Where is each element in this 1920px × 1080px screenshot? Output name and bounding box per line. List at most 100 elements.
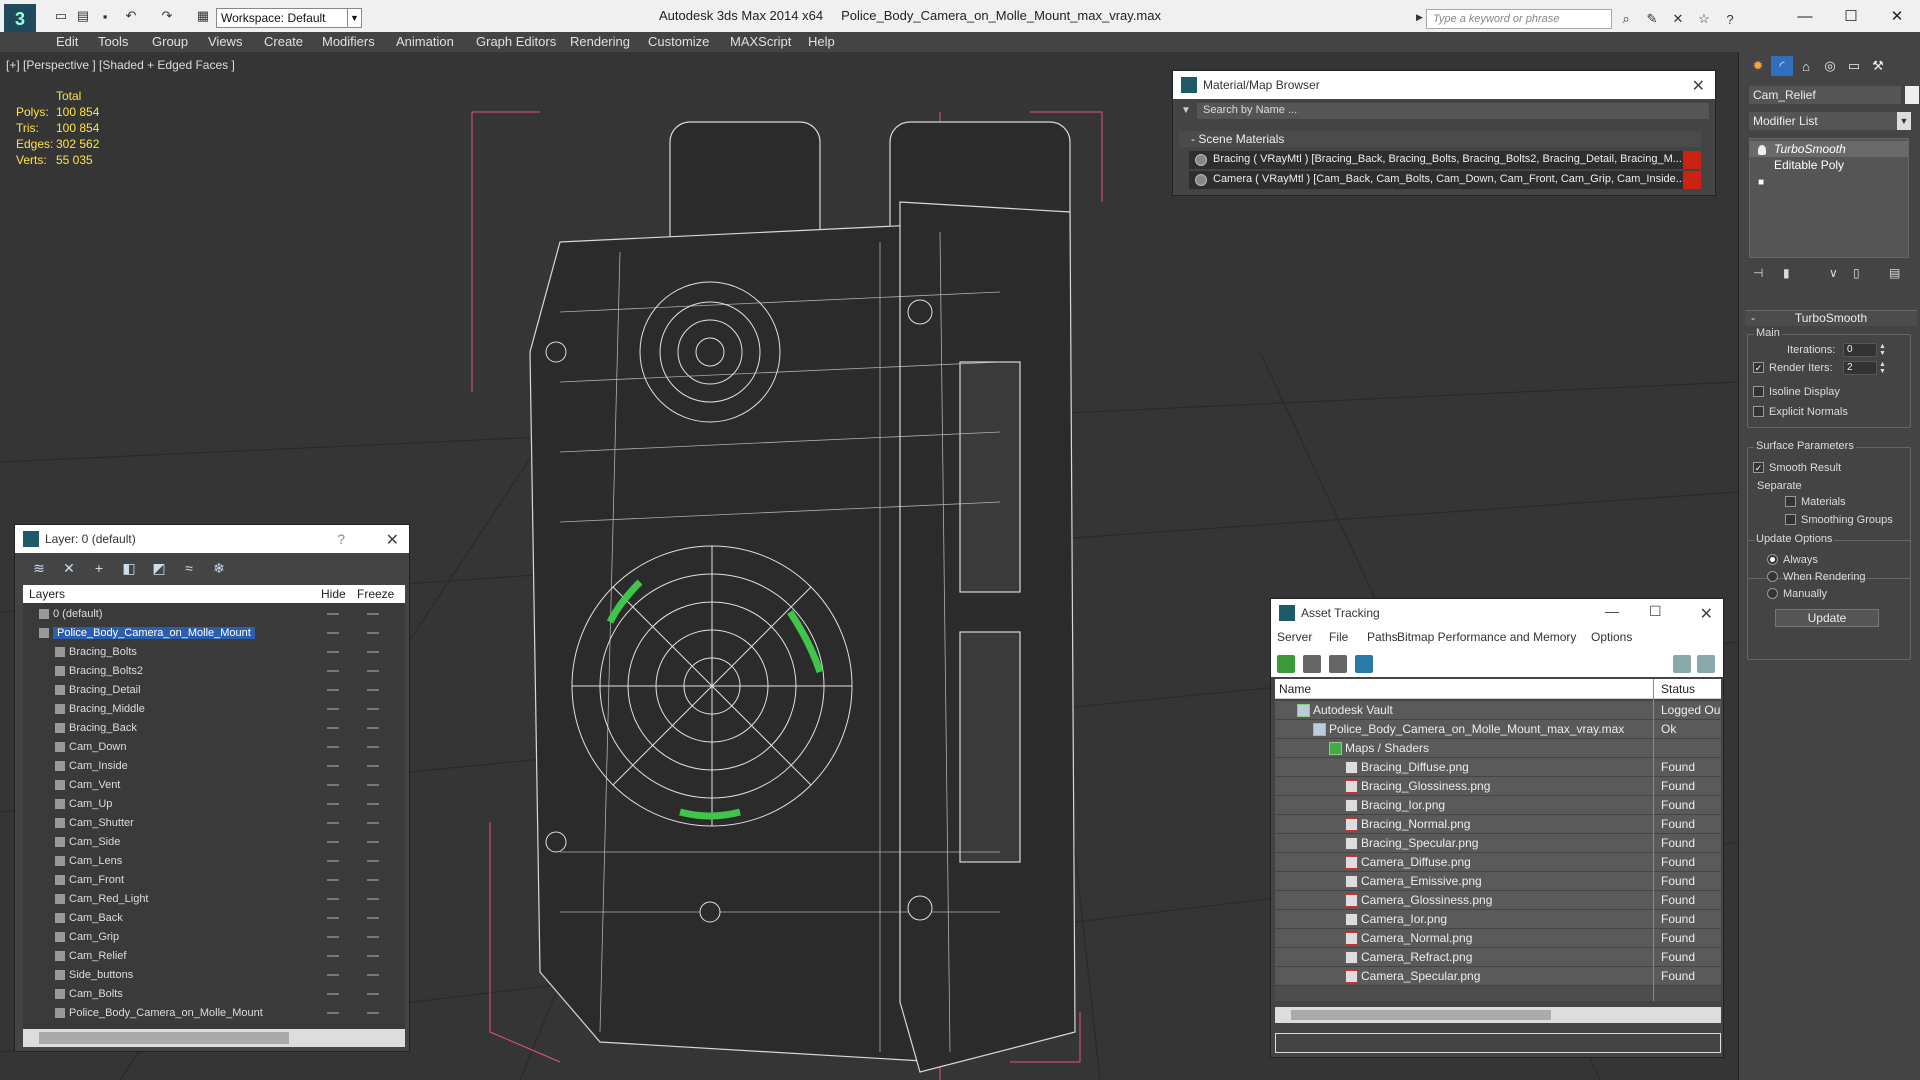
chevron-down-icon[interactable]: ▼ (1897, 112, 1911, 130)
hide-toggle[interactable] (327, 993, 339, 995)
open-file-icon[interactable]: ▤ (74, 7, 92, 25)
layer-row[interactable]: Side_buttons (23, 966, 405, 985)
layer-row[interactable]: Bracing_Detail (23, 681, 405, 700)
menu-bitmap-performance[interactable]: Bitmap Performance and Memory (1397, 630, 1576, 644)
close-icon[interactable]: ✕ (1874, 4, 1920, 28)
hierarchy-tab-icon[interactable]: ⌂ (1795, 56, 1817, 76)
hide-toggle[interactable] (327, 974, 339, 976)
hide-toggle[interactable] (327, 613, 339, 615)
smooth-result-checkbox[interactable]: ✓ (1753, 462, 1764, 473)
freeze-toggle[interactable] (367, 974, 379, 976)
pin-stack-icon[interactable]: ⊣ (1753, 266, 1763, 280)
asset-row[interactable]: Autodesk Vault Logged Ou (1275, 701, 1721, 720)
asset-row[interactable]: Camera_Specular.png Found (1275, 967, 1721, 986)
chevron-down-icon[interactable]: ▼ (1181, 105, 1191, 116)
menu-help[interactable]: Help (808, 34, 835, 49)
asset-row[interactable]: Bracing_Normal.png Found (1275, 815, 1721, 834)
list-view-icon[interactable] (1303, 655, 1321, 673)
menu-group[interactable]: Group (152, 34, 188, 49)
col-layers[interactable]: Layers (29, 587, 65, 601)
col-status[interactable]: Status (1661, 682, 1695, 696)
modifier-list-dropdown[interactable]: Modifier List ▼ (1749, 112, 1911, 130)
menu-options[interactable]: Options (1591, 630, 1632, 644)
asset-row[interactable]: Camera_Ior.png Found (1275, 910, 1721, 929)
favorites-star-icon[interactable]: ☆ (1694, 9, 1714, 29)
search-by-name-input[interactable]: Search by Name ... (1197, 103, 1709, 119)
material-row-bracing[interactable]: Bracing ( VRayMtl ) [Bracing_Back, Braci… (1189, 151, 1701, 169)
help-icon[interactable]: ? (337, 531, 345, 547)
hide-toggle[interactable] (327, 1012, 339, 1014)
freeze-toggle[interactable] (367, 841, 379, 843)
binoculars-icon[interactable]: ⌕ (1616, 9, 1636, 29)
col-hide[interactable]: Hide (321, 587, 346, 601)
maximize-icon[interactable]: ☐ (1649, 603, 1662, 620)
layer-row[interactable]: Cam_Grip (23, 928, 405, 947)
layer-row[interactable]: Cam_Front (23, 871, 405, 890)
close-icon[interactable]: ✕ (1692, 76, 1705, 96)
minimize-icon[interactable]: — (1782, 4, 1828, 28)
turbosmooth-rollout-header[interactable]: - TurboSmooth (1745, 310, 1917, 326)
freeze-toggle[interactable] (367, 936, 379, 938)
menu-rendering[interactable]: Rendering (570, 34, 630, 49)
display-tab-icon[interactable]: ▭ (1843, 56, 1865, 76)
save-file-icon[interactable]: ▪ (96, 7, 114, 25)
new-file-icon[interactable]: ▭ (52, 7, 70, 25)
freeze-all-layers-icon[interactable]: ❄ (209, 559, 229, 577)
freeze-toggle[interactable] (367, 803, 379, 805)
create-tab-icon[interactable]: ✹ (1747, 56, 1769, 76)
select-objects-icon[interactable]: ◧ (119, 559, 139, 577)
col-freeze[interactable]: Freeze (357, 587, 394, 601)
freeze-toggle[interactable] (367, 993, 379, 995)
layer-row[interactable]: Cam_Red_Light (23, 890, 405, 909)
always-radio[interactable] (1767, 554, 1778, 565)
asset-row[interactable]: Camera_Refract.png Found (1275, 948, 1721, 967)
freeze-toggle[interactable] (367, 898, 379, 900)
hide-toggle[interactable] (327, 955, 339, 957)
smoothing-groups-checkbox[interactable] (1785, 514, 1796, 525)
hide-toggle[interactable] (327, 784, 339, 786)
layer-row[interactable]: Cam_Shutter (23, 814, 405, 833)
layer-row[interactable]: Bracing_Bolts2 (23, 662, 405, 681)
isoline-checkbox[interactable] (1753, 386, 1764, 397)
asset-row[interactable]: Police_Body_Camera_on_Molle_Mount_max_vr… (1275, 720, 1721, 739)
hide-toggle[interactable] (327, 651, 339, 653)
menu-animation[interactable]: Animation (396, 34, 454, 49)
hide-toggle[interactable] (327, 936, 339, 938)
layer-row[interactable]: Cam_Relief (23, 947, 405, 966)
hide-toggle[interactable] (327, 632, 339, 634)
asset-row[interactable]: Camera_Diffuse.png Found (1275, 853, 1721, 872)
horizontal-scrollbar[interactable] (23, 1029, 405, 1047)
col-name[interactable]: Name (1279, 682, 1311, 696)
asset-row[interactable]: Maps / Shaders (1275, 739, 1721, 758)
object-color-swatch[interactable] (1905, 86, 1919, 104)
column-divider[interactable] (1653, 679, 1654, 1001)
layer-row[interactable]: Police_Body_Camera_on_Molle_Mount (23, 1004, 405, 1023)
communication-center-icon[interactable]: ✎ (1642, 9, 1662, 29)
freeze-toggle[interactable] (367, 822, 379, 824)
render-iters-spinner[interactable]: 2 (1843, 361, 1877, 375)
create-layer-icon[interactable]: ≋ (29, 559, 49, 577)
freeze-toggle[interactable] (367, 746, 379, 748)
collapse-icon[interactable]: - (1751, 311, 1755, 325)
help-icon[interactable]: ? (1720, 9, 1740, 29)
search-expand-icon[interactable]: ▶ (1416, 12, 1423, 23)
menu-customize[interactable]: Customize (648, 34, 709, 49)
freeze-toggle[interactable] (367, 632, 379, 634)
app-logo-icon[interactable]: 3 (4, 4, 36, 34)
iterations-spinner[interactable]: 0 (1843, 343, 1877, 357)
menu-modifiers[interactable]: Modifiers (322, 34, 375, 49)
modify-tab-icon[interactable]: ◜ (1771, 56, 1793, 76)
update-button[interactable]: Update (1775, 609, 1879, 627)
menu-tools[interactable]: Tools (98, 34, 128, 49)
undo-icon[interactable]: ↶ (122, 7, 140, 25)
freeze-toggle[interactable] (367, 727, 379, 729)
freeze-toggle[interactable] (367, 860, 379, 862)
freeze-toggle[interactable] (367, 689, 379, 691)
scrollbar-thumb[interactable] (39, 1032, 289, 1044)
layer-row[interactable]: Cam_Inside (23, 757, 405, 776)
layer-row[interactable]: Bracing_Back (23, 719, 405, 738)
hide-toggle[interactable] (327, 860, 339, 862)
path-field[interactable] (1275, 1033, 1721, 1053)
layer-row[interactable]: Cam_Back (23, 909, 405, 928)
menu-file[interactable]: File (1329, 630, 1348, 644)
